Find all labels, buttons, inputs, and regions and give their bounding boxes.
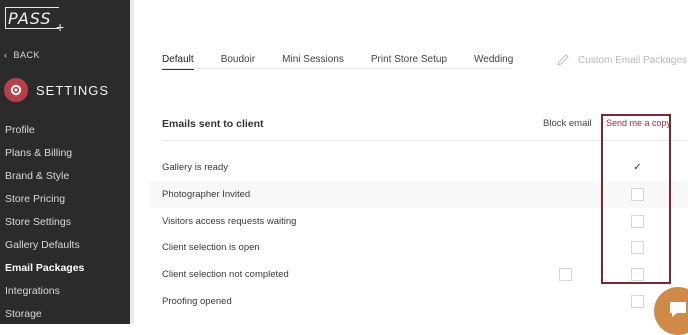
- sidebar: PASS + ‹ BACK SETTINGS Profile Plans & B…: [0, 0, 130, 324]
- sidebar-item-storage[interactable]: Storage: [5, 303, 84, 326]
- block-email-checkbox[interactable]: [559, 268, 572, 281]
- settings-title: SETTINGS: [36, 82, 110, 98]
- sidebar-item-email-packages[interactable]: Email Packages: [5, 257, 84, 280]
- send-copy-checkbox[interactable]: [631, 215, 644, 228]
- table-row: Visitors access requests waiting: [150, 208, 688, 235]
- sidebar-item-store-settings[interactable]: Store Settings: [5, 211, 84, 234]
- table-row: Client selection not completed: [150, 261, 688, 288]
- send-copy-checkbox[interactable]: [631, 295, 644, 308]
- table-row: Photographer Invited: [150, 181, 688, 208]
- logo-plus: +: [56, 19, 65, 35]
- pencil-icon: [556, 53, 570, 67]
- sidebar-item-brand-style[interactable]: Brand & Style: [5, 165, 84, 188]
- back-label: BACK: [13, 50, 41, 60]
- email-type-label: Client selection not completed: [162, 269, 289, 280]
- check-icon: ✓: [633, 161, 642, 173]
- email-type-label: Gallery is ready: [162, 162, 228, 173]
- custom-email-packages-label: Custom Email Packages: [578, 54, 687, 66]
- back-button[interactable]: ‹ BACK: [4, 50, 40, 60]
- send-copy-checkbox[interactable]: [631, 241, 644, 254]
- chat-button[interactable]: [654, 287, 688, 335]
- sidebar-divider: [130, 0, 134, 324]
- sidebar-item-plans-billing[interactable]: Plans & Billing: [5, 142, 84, 165]
- custom-email-packages-button[interactable]: Custom Email Packages: [556, 53, 687, 67]
- send-copy-checkbox[interactable]: [631, 268, 644, 281]
- table-row: Proofing opened: [150, 288, 688, 315]
- section-title: Emails sent to client: [162, 118, 264, 130]
- table-row: Gallery is ready ✓: [150, 154, 688, 181]
- logo[interactable]: PASS: [5, 7, 59, 29]
- column-header-send-copy: Send me a copy: [606, 118, 672, 128]
- column-header-block-email: Block email: [543, 118, 592, 129]
- email-type-label: Proofing opened: [162, 296, 232, 307]
- chat-icon: [667, 299, 688, 324]
- settings-header: SETTINGS: [4, 78, 109, 102]
- sidebar-nav: Profile Plans & Billing Brand & Style St…: [5, 119, 84, 326]
- send-copy-checkbox[interactable]: ✓: [631, 161, 644, 174]
- sidebar-item-store-pricing[interactable]: Store Pricing: [5, 188, 84, 211]
- email-type-label: Photographer Invited: [162, 189, 251, 200]
- sidebar-item-integrations[interactable]: Integrations: [5, 280, 84, 303]
- email-type-label: Client selection is open: [162, 242, 260, 253]
- back-chevron-icon: ‹: [4, 50, 8, 60]
- table-row: Client selection is open: [150, 234, 688, 261]
- sidebar-item-profile[interactable]: Profile: [5, 119, 84, 142]
- gear-icon: [4, 78, 28, 102]
- email-type-label: Visitors access requests waiting: [162, 216, 297, 227]
- tabs-divider: [162, 68, 512, 69]
- sidebar-item-gallery-defaults[interactable]: Gallery Defaults: [5, 234, 84, 257]
- send-copy-checkbox[interactable]: [631, 188, 644, 201]
- table-header-divider: [162, 140, 688, 141]
